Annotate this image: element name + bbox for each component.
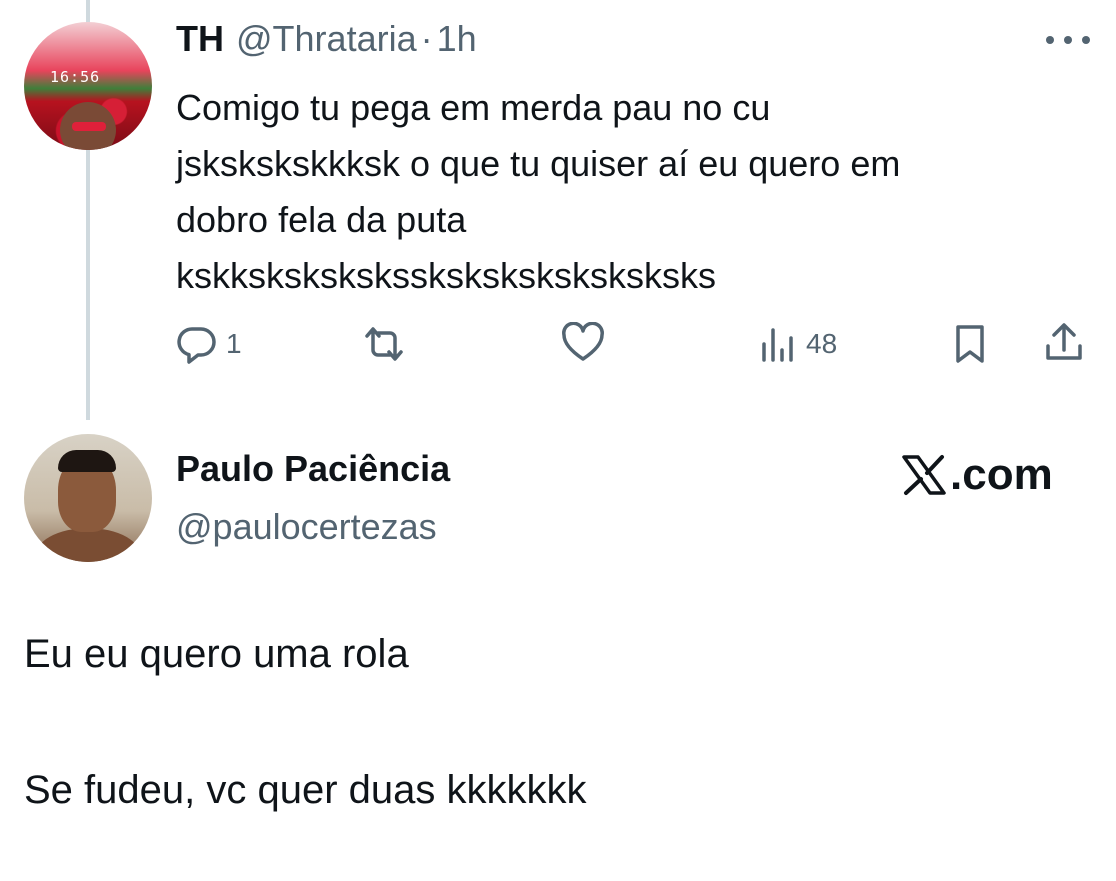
views-icon <box>762 328 793 362</box>
like-icon <box>562 322 604 361</box>
avatar[interactable]: 16:56 <box>24 22 152 150</box>
like-button[interactable] <box>560 322 606 364</box>
bookmark-button[interactable] <box>952 322 988 366</box>
more-icon[interactable] <box>1040 30 1096 50</box>
avatar-overlay-time: 16:56 <box>50 68 101 86</box>
tweet-header: TH @Thrataria · 1h <box>176 18 477 60</box>
reply-count: 1 <box>226 328 242 359</box>
retweet-icon <box>365 327 403 361</box>
parent-tweet[interactable]: 16:56 TH @Thrataria · 1h Comigo tu pega … <box>0 0 1116 420</box>
avatar-body <box>34 528 142 562</box>
author-name[interactable]: Paulo Paciência <box>176 448 450 490</box>
author-handle[interactable]: @Thrataria <box>236 18 417 60</box>
bookmark-icon <box>956 325 984 363</box>
share-icon <box>1046 323 1082 360</box>
views-count: 48 <box>806 328 838 359</box>
reply-icon <box>177 327 216 364</box>
reply-button[interactable]: 1 <box>176 324 242 364</box>
main-tweet: Paulo Paciência @paulocertezas .com Eu e… <box>0 420 1116 881</box>
author-name[interactable]: TH <box>176 18 224 60</box>
avatar[interactable] <box>24 434 152 562</box>
tweet-text: Comigo tu pega em merda pau no cu jsksks… <box>176 87 901 296</box>
share-button[interactable] <box>1042 320 1086 366</box>
tweet-actions: 1 48 <box>0 316 1116 372</box>
tweet-text: Eu eu quero uma rola Se fudeu, vc quer d… <box>24 632 587 812</box>
avatar-glasses <box>72 122 106 131</box>
retweet-button[interactable] <box>358 324 410 364</box>
timestamp[interactable]: 1h <box>437 18 477 60</box>
brand-domain: .com <box>950 450 1053 499</box>
separator: · <box>420 18 433 59</box>
views-button[interactable]: 48 <box>758 324 837 364</box>
avatar-hair <box>58 450 116 472</box>
x-logo-icon <box>902 455 946 495</box>
author-handle[interactable]: @paulocertezas <box>176 506 437 548</box>
x-com-brand: .com <box>900 450 1053 500</box>
